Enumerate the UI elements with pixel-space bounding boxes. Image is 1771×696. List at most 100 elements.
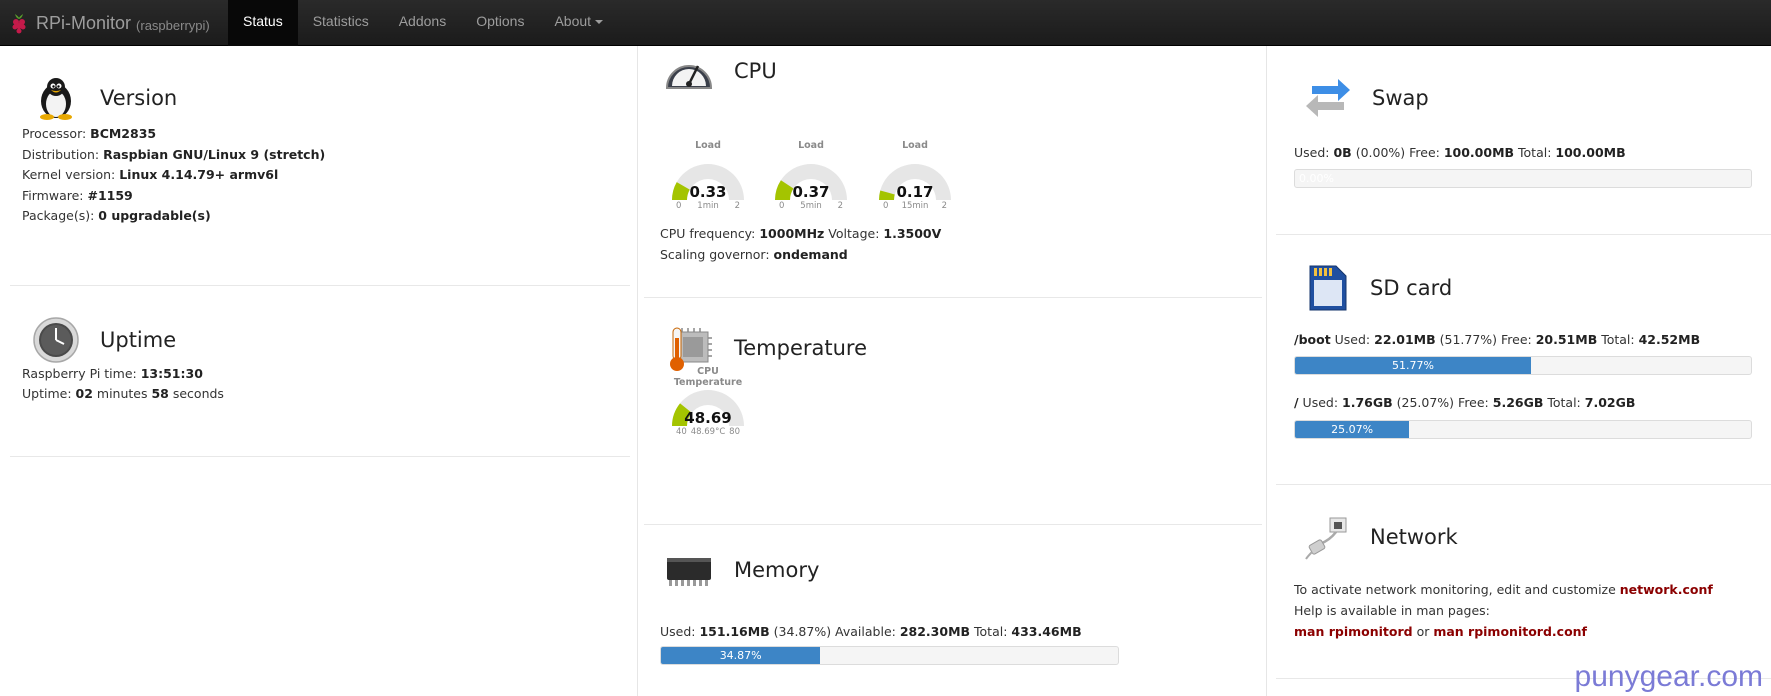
gauge-max: 2 xyxy=(941,201,947,211)
sd-total-value: 7.02GB xyxy=(1584,395,1636,410)
kernel-value: Linux 4.14.79+ armv6l xyxy=(119,167,279,182)
swap-free-value: 100.00MB xyxy=(1443,145,1515,160)
processor-label: Processor: xyxy=(22,126,91,141)
mem-avail-value: 282.30MB xyxy=(899,624,971,639)
network-help-row: Help is available in man pages: xyxy=(1294,603,1490,618)
minutes-unit: minutes xyxy=(92,386,152,401)
memory-row: Used: 151.16MB (34.87%) Available: 282.3… xyxy=(660,624,1082,639)
cpu-header: CPU xyxy=(664,50,777,92)
cpu-title: CPU xyxy=(734,59,777,83)
version-row: Package(s): 0 upgradable(s) xyxy=(22,208,211,223)
uptime-seconds: 58 xyxy=(151,386,169,401)
cpu-freq-row: CPU frequency: 1000MHz Voltage: 1.3500V xyxy=(660,226,941,241)
progress-text: 0.00% xyxy=(1299,172,1334,185)
firmware-label: Firmware: xyxy=(22,188,88,203)
sd-card-icon xyxy=(1309,265,1347,311)
divider xyxy=(1276,234,1771,235)
swap-header: Swap xyxy=(1304,76,1429,120)
nav-statistics[interactable]: Statistics xyxy=(298,0,384,46)
temperature-header: Temperature xyxy=(664,324,867,372)
uptime-minutes: 02 xyxy=(75,386,93,401)
gauge-title: Load xyxy=(902,140,928,151)
sd-used-pct: (51.77%) xyxy=(1435,332,1498,347)
man-rpimonitord-conf-link[interactable]: man rpimonitord.conf xyxy=(1433,624,1587,639)
watermark: punygear.com xyxy=(1574,660,1763,693)
packages-label: Package(s): xyxy=(22,208,99,223)
sd-total-label: Total: xyxy=(1543,395,1585,410)
uptime-row: Uptime: 02 minutes 58 seconds xyxy=(22,386,224,401)
network-conf-link[interactable]: network.conf xyxy=(1620,582,1713,597)
network-plug-icon xyxy=(1305,517,1347,560)
freq-value: 1000MHz xyxy=(759,226,825,241)
gauge-title: Load xyxy=(695,140,721,151)
gauge-max: 2 xyxy=(837,201,843,211)
mem-used-pct: (34.87%) xyxy=(769,624,832,639)
mem-used-value: 151.16MB xyxy=(699,624,770,639)
cpu-load-gauge: Load 0.33 0 1min 2 xyxy=(668,140,748,216)
man-rpimonitord-link[interactable]: man rpimonitord xyxy=(1294,624,1413,639)
network-title: Network xyxy=(1370,525,1458,549)
sd-used-value: 22.01MB xyxy=(1374,332,1436,347)
swap-total-value: 100.00MB xyxy=(1555,145,1626,160)
nav-menu: Status Statistics Addons Options About xyxy=(228,0,618,46)
governor-label: Scaling governor: xyxy=(660,247,774,262)
network-info-row: To activate network monitoring, edit and… xyxy=(1294,582,1713,597)
mem-used-label: Used: xyxy=(660,624,700,639)
freq-label: CPU frequency: xyxy=(660,226,760,241)
pi-time-value: 13:51:30 xyxy=(140,366,203,381)
swap-arrows-icon xyxy=(1306,79,1350,117)
cpu-load-gauge: Load 0.17 0 15min 2 xyxy=(875,140,955,216)
swap-used-value: 0B xyxy=(1333,145,1352,160)
divider xyxy=(644,524,1262,525)
sd-used-label: Used: xyxy=(1298,395,1343,410)
column-middle: CPU Load 0.33 0 1min 2 Load 0.37 0 5min … xyxy=(637,46,1267,696)
mount-name: /boot xyxy=(1294,332,1331,347)
sd-free-value: 5.26GB xyxy=(1492,395,1544,410)
version-title: Version xyxy=(100,86,178,110)
uptime-header: Uptime xyxy=(32,316,176,364)
brand-host: (raspberrypi) xyxy=(136,17,210,33)
divider xyxy=(10,456,630,457)
kernel-label: Kernel version: xyxy=(22,167,120,182)
brand[interactable]: RPi-Monitor (raspberrypi) xyxy=(10,0,210,46)
sdcard-header: SD card xyxy=(1306,264,1452,312)
brand-name: RPi-Monitor xyxy=(36,12,132,33)
distribution-label: Distribution: xyxy=(22,147,104,162)
progress-fill: 51.77% xyxy=(1295,357,1532,374)
sd-total-value: 42.52MB xyxy=(1638,332,1701,347)
progress-fill: 34.87% xyxy=(661,647,821,664)
gauge-value: 0.33 xyxy=(689,183,727,201)
sd-root-progress-bar: 25.07% xyxy=(1294,420,1752,439)
swap-total-label: Total: xyxy=(1514,145,1556,160)
tux-penguin-icon xyxy=(40,78,72,120)
swap-used-pct: (0.00%) xyxy=(1351,145,1406,160)
nav-about[interactable]: About xyxy=(539,0,618,46)
network-header: Network xyxy=(1304,514,1458,560)
progress-fill: 25.07% xyxy=(1295,421,1410,438)
divider xyxy=(10,285,630,286)
mem-avail-label: Available: xyxy=(831,624,900,639)
nav-addons[interactable]: Addons xyxy=(384,0,461,46)
clock-icon xyxy=(33,317,79,363)
nav-about-label: About xyxy=(554,13,592,29)
swap-row: Used: 0B (0.00%) Free: 100.00MB Total: 1… xyxy=(1294,145,1626,160)
sd-total-label: Total: xyxy=(1597,332,1639,347)
mem-total-value: 433.46MB xyxy=(1011,624,1082,639)
memory-chip-icon xyxy=(667,558,711,586)
version-row: Firmware: #1159 xyxy=(22,188,133,203)
sd-free-value: 20.51MB xyxy=(1535,332,1598,347)
distribution-value: Raspbian GNU/Linux 9 (stretch) xyxy=(103,147,326,162)
temperature-title: Temperature xyxy=(734,336,868,360)
uptime-label: Uptime: xyxy=(22,386,76,401)
nav-options[interactable]: Options xyxy=(461,0,539,46)
volt-value: 1.3500V xyxy=(883,226,942,241)
cpu-temperature-gauge: CPU Temperature 48.69 40 48.69°C 80 xyxy=(668,366,748,442)
sd-free-label: Free: xyxy=(1497,332,1536,347)
sd-used-pct: (25.07%) xyxy=(1392,395,1455,410)
cpu-load-gauge: Load 0.37 0 5min 2 xyxy=(771,140,851,216)
nav-status[interactable]: Status xyxy=(228,0,298,46)
firmware-value: #1159 xyxy=(87,188,133,203)
or-text: or xyxy=(1412,624,1434,639)
swap-free-label: Free: xyxy=(1405,145,1444,160)
sd-boot-progress-bar: 51.77% xyxy=(1294,356,1752,375)
